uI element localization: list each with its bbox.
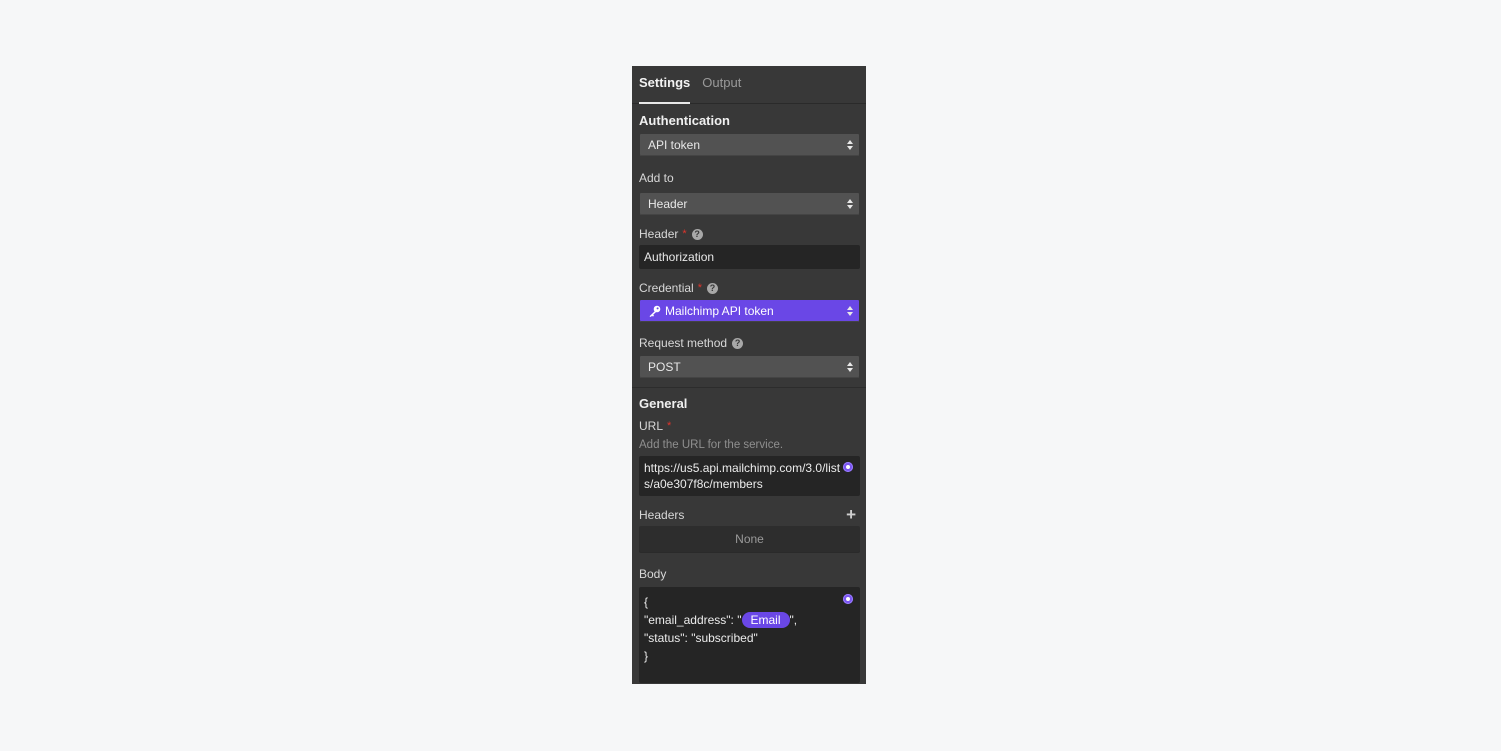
- help-icon[interactable]: ?: [732, 337, 744, 349]
- url-label: URL *: [639, 418, 860, 434]
- general-section: General URL * Add the URL for the servic…: [632, 395, 866, 683]
- authentication-section: Authentication API token Add to Header H…: [632, 112, 866, 378]
- general-title: General: [639, 396, 688, 411]
- body-line: "status": "subscribed": [644, 631, 758, 645]
- body-email-end: ",: [789, 613, 798, 627]
- headers-empty: None: [639, 526, 860, 552]
- select-arrows-icon: [847, 139, 853, 151]
- select-arrows-icon: [847, 361, 853, 373]
- add-to-label-text: Add to: [639, 171, 674, 185]
- required-asterisk: *: [682, 228, 687, 240]
- headers-row: Headers +: [639, 506, 860, 524]
- tab-output[interactable]: Output: [702, 66, 741, 103]
- settings-panel: Settings Output Authentication API token…: [632, 66, 866, 684]
- body-email-key: "email_address": ": [644, 613, 742, 627]
- url-value: https://us5.api.mailchimp.com/3.0/lists/…: [644, 461, 841, 491]
- request-method-label-text: Request method: [639, 336, 728, 350]
- credential-select[interactable]: Mailchimp API token: [640, 300, 859, 322]
- select-arrows-icon: [847, 305, 853, 317]
- section-divider: [632, 387, 866, 388]
- email-field-pill[interactable]: Email: [741, 611, 790, 628]
- url-hint: Add the URL for the service.: [639, 439, 784, 451]
- help-icon[interactable]: ?: [691, 228, 703, 240]
- body-line: {: [644, 595, 649, 609]
- panel-tabs: Settings Output: [632, 66, 866, 104]
- request-method-select[interactable]: POST: [640, 356, 859, 378]
- credential-value: Mailchimp API token: [665, 304, 774, 318]
- header-label-text: Header: [639, 227, 679, 241]
- body-label-text: Body: [639, 567, 667, 581]
- auth-method-value: API token: [648, 138, 701, 152]
- credential-label: Credential * ?: [639, 280, 860, 296]
- request-method-value: POST: [648, 360, 681, 374]
- url-input[interactable]: https://us5.api.mailchimp.com/3.0/lists/…: [639, 456, 860, 496]
- header-input[interactable]: Authorization: [639, 245, 860, 269]
- body-label: Body: [639, 566, 860, 582]
- body-line: }: [644, 649, 649, 663]
- required-asterisk: *: [667, 420, 672, 432]
- plus-icon[interactable]: +: [846, 506, 856, 523]
- request-method-label: Request method ?: [639, 335, 860, 351]
- auth-method-select[interactable]: API token: [640, 134, 859, 156]
- dynamic-value-icon[interactable]: [843, 462, 853, 472]
- headers-label: Headers: [639, 508, 685, 522]
- select-arrows-icon: [847, 198, 853, 210]
- add-to-label: Add to: [639, 170, 860, 186]
- dynamic-value-icon[interactable]: [843, 594, 853, 604]
- add-to-value: Header: [648, 197, 688, 211]
- authentication-title: Authentication: [639, 113, 730, 128]
- body-line: "email_address": " Email ",: [644, 611, 855, 629]
- add-to-select[interactable]: Header: [640, 193, 859, 215]
- url-label-text: URL: [639, 419, 664, 433]
- header-label: Header * ?: [639, 226, 860, 242]
- help-icon[interactable]: ?: [706, 282, 718, 294]
- body-input[interactable]: { "email_address": " Email ", "status": "s…: [639, 587, 860, 683]
- key-icon: [648, 305, 661, 317]
- required-asterisk: *: [697, 282, 702, 294]
- credential-label-text: Credential: [639, 281, 694, 295]
- tab-settings[interactable]: Settings: [639, 66, 691, 104]
